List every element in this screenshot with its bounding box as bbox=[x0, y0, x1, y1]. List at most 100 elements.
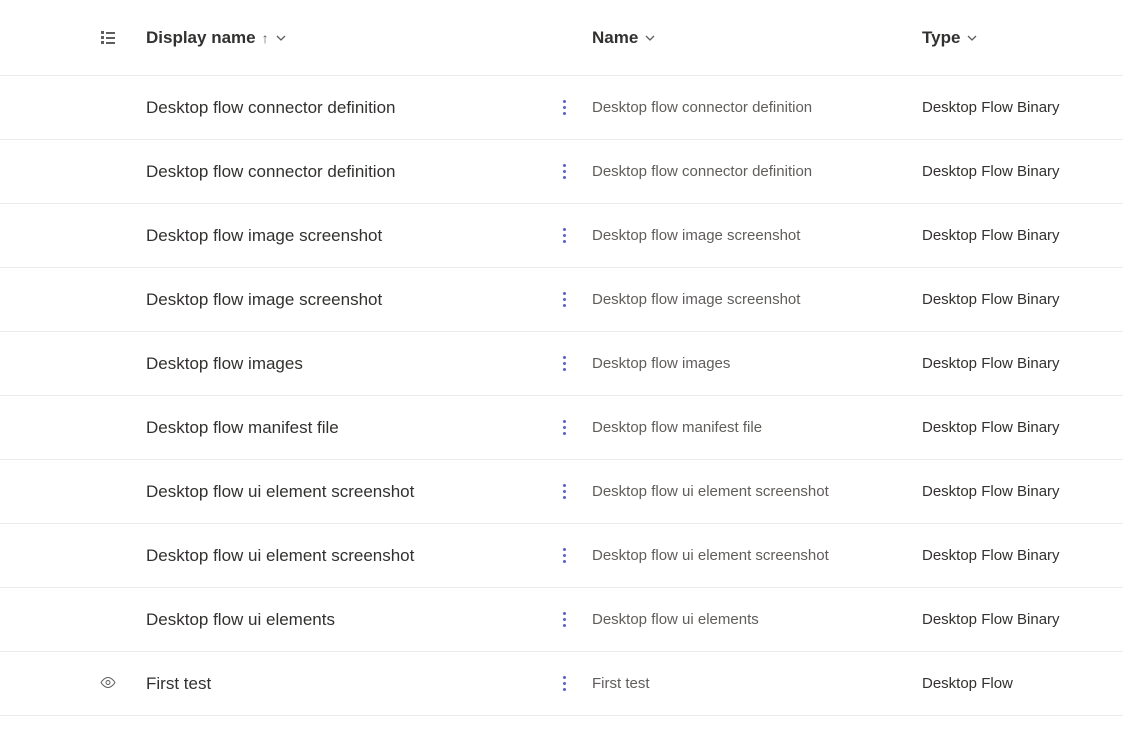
row-display-name-link[interactable]: Desktop flow manifest file bbox=[146, 418, 339, 438]
table-row[interactable]: Desktop flow ui elements Desktop flow ui… bbox=[0, 588, 1123, 652]
dot-icon bbox=[563, 490, 566, 493]
row-type-cell: Desktop Flow Binary bbox=[922, 291, 1123, 308]
row-name-cell: Desktop flow ui elements bbox=[592, 611, 922, 628]
table-row[interactable]: Desktop flow image screenshot Desktop fl… bbox=[0, 204, 1123, 268]
row-name-text: Desktop flow images bbox=[592, 355, 730, 372]
dot-icon bbox=[563, 176, 566, 179]
row-display-name-cell: Desktop flow ui element screenshot bbox=[146, 482, 536, 502]
chevron-down-icon bbox=[966, 32, 978, 44]
dot-icon bbox=[563, 554, 566, 557]
row-display-name-link[interactable]: Desktop flow ui element screenshot bbox=[146, 546, 414, 566]
more-actions-button[interactable] bbox=[559, 480, 570, 503]
dot-icon bbox=[563, 618, 566, 621]
more-actions-button[interactable] bbox=[559, 160, 570, 183]
row-display-name-cell: Desktop flow manifest file bbox=[146, 418, 536, 438]
dot-icon bbox=[563, 420, 566, 423]
table-row[interactable]: Desktop flow ui element screenshot Deskt… bbox=[0, 460, 1123, 524]
row-name-text: First test bbox=[592, 675, 650, 692]
row-display-name-cell: Desktop flow connector definition bbox=[146, 98, 536, 118]
more-actions-button[interactable] bbox=[559, 224, 570, 247]
dot-icon bbox=[563, 426, 566, 429]
dot-icon bbox=[563, 112, 566, 115]
row-type-text: Desktop Flow Binary bbox=[922, 163, 1060, 180]
row-type-text: Desktop Flow Binary bbox=[922, 227, 1060, 244]
sort-ascending-icon: ↑ bbox=[262, 30, 269, 46]
row-type-cell: Desktop Flow Binary bbox=[922, 355, 1123, 372]
row-display-name-link[interactable]: Desktop flow image screenshot bbox=[146, 290, 382, 310]
table-row[interactable]: Desktop flow manifest file Desktop flow … bbox=[0, 396, 1123, 460]
row-type-text: Desktop Flow Binary bbox=[922, 483, 1060, 500]
row-display-name-link[interactable]: Desktop flow images bbox=[146, 354, 303, 374]
row-type-cell: Desktop Flow Binary bbox=[922, 163, 1123, 180]
column-header-type[interactable]: Type bbox=[922, 28, 1123, 48]
dot-icon bbox=[563, 548, 566, 551]
row-display-name-cell: Desktop flow images bbox=[146, 354, 536, 374]
row-display-name-cell: Desktop flow image screenshot bbox=[146, 226, 536, 246]
dot-icon bbox=[563, 496, 566, 499]
more-actions-button[interactable] bbox=[559, 416, 570, 439]
table-row[interactable]: Desktop flow ui element screenshot Deskt… bbox=[0, 524, 1123, 588]
row-display-name-link[interactable]: First test bbox=[146, 674, 211, 694]
dot-icon bbox=[563, 106, 566, 109]
row-name-cell: Desktop flow image screenshot bbox=[592, 227, 922, 244]
dot-icon bbox=[563, 298, 566, 301]
row-display-name-link[interactable]: Desktop flow connector definition bbox=[146, 162, 395, 182]
row-type-cell: Desktop Flow bbox=[922, 675, 1123, 692]
dot-icon bbox=[563, 240, 566, 243]
chevron-down-icon bbox=[275, 32, 287, 44]
dot-icon bbox=[563, 688, 566, 691]
column-header-name[interactable]: Name bbox=[592, 28, 922, 48]
table-row[interactable]: Desktop flow connector definition Deskto… bbox=[0, 140, 1123, 204]
dot-icon bbox=[563, 356, 566, 359]
dot-icon bbox=[563, 432, 566, 435]
row-display-name-link[interactable]: Desktop flow ui element screenshot bbox=[146, 482, 414, 502]
more-actions-button[interactable] bbox=[559, 544, 570, 567]
column-header-display-name[interactable]: Display name ↑ bbox=[146, 28, 536, 48]
more-actions-button[interactable] bbox=[559, 608, 570, 631]
row-display-name-link[interactable]: Desktop flow image screenshot bbox=[146, 226, 382, 246]
dot-icon bbox=[563, 624, 566, 627]
row-action-cell bbox=[536, 608, 592, 631]
row-type-cell: Desktop Flow Binary bbox=[922, 99, 1123, 116]
row-type-text: Desktop Flow Binary bbox=[922, 355, 1060, 372]
dot-icon bbox=[563, 100, 566, 103]
row-display-name-link[interactable]: Desktop flow ui elements bbox=[146, 610, 335, 630]
more-actions-button[interactable] bbox=[559, 96, 570, 119]
more-actions-button[interactable] bbox=[559, 352, 570, 375]
dot-icon bbox=[563, 234, 566, 237]
dot-icon bbox=[563, 612, 566, 615]
row-display-name-link[interactable]: Desktop flow connector definition bbox=[146, 98, 395, 118]
table-row[interactable]: First test First test Desktop Flow bbox=[0, 652, 1123, 716]
dot-icon bbox=[563, 292, 566, 295]
table-row[interactable]: Desktop flow image screenshot Desktop fl… bbox=[0, 268, 1123, 332]
row-type-cell: Desktop Flow Binary bbox=[922, 227, 1123, 244]
more-actions-button[interactable] bbox=[559, 288, 570, 311]
row-action-cell bbox=[536, 672, 592, 695]
header-view-column[interactable] bbox=[70, 31, 146, 44]
row-action-cell bbox=[536, 416, 592, 439]
row-action-cell bbox=[536, 480, 592, 503]
row-name-cell: Desktop flow ui element screenshot bbox=[592, 547, 922, 564]
row-name-text: Desktop flow ui element screenshot bbox=[592, 547, 829, 564]
row-name-text: Desktop flow connector definition bbox=[592, 99, 812, 116]
row-status-icon bbox=[70, 675, 146, 693]
type-header-label: Type bbox=[922, 28, 960, 48]
row-display-name-cell: Desktop flow connector definition bbox=[146, 162, 536, 182]
row-display-name-cell: Desktop flow image screenshot bbox=[146, 290, 536, 310]
dot-icon bbox=[563, 676, 566, 679]
row-action-cell bbox=[536, 288, 592, 311]
list-view-icon bbox=[101, 31, 115, 44]
row-name-text: Desktop flow image screenshot bbox=[592, 291, 800, 308]
more-actions-button[interactable] bbox=[559, 672, 570, 695]
table-row[interactable]: Desktop flow connector definition Deskto… bbox=[0, 76, 1123, 140]
row-display-name-cell: First test bbox=[146, 674, 536, 694]
dot-icon bbox=[563, 682, 566, 685]
row-action-cell bbox=[536, 352, 592, 375]
row-type-cell: Desktop Flow Binary bbox=[922, 611, 1123, 628]
row-action-cell bbox=[536, 224, 592, 247]
row-name-cell: Desktop flow image screenshot bbox=[592, 291, 922, 308]
dot-icon bbox=[563, 164, 566, 167]
row-action-cell bbox=[536, 160, 592, 183]
table-row[interactable]: Desktop flow images Desktop flow images … bbox=[0, 332, 1123, 396]
row-type-cell: Desktop Flow Binary bbox=[922, 419, 1123, 436]
